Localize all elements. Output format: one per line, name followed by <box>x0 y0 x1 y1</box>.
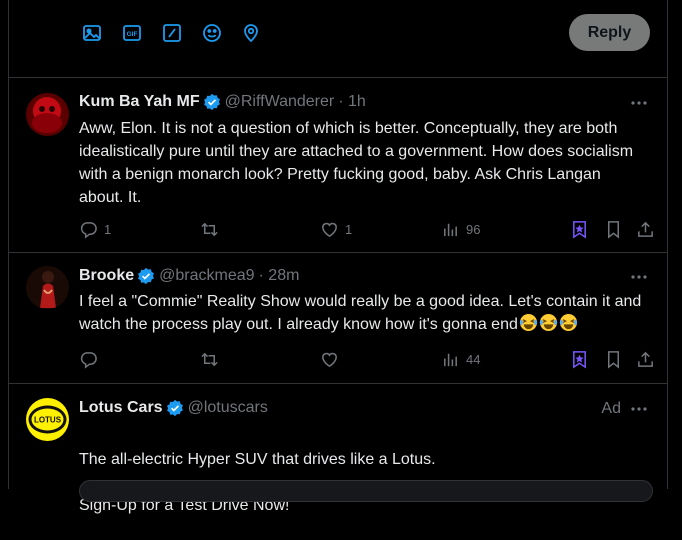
bookmark-icon <box>607 350 620 369</box>
bookmark-action[interactable] <box>604 348 623 370</box>
image-icon[interactable] <box>81 22 103 44</box>
verified-badge-icon <box>166 399 183 417</box>
avatar[interactable] <box>26 93 69 136</box>
ad-label: Ad <box>601 400 621 417</box>
gif-icon[interactable]: GIF <box>121 22 143 44</box>
views-count: 44 <box>466 351 481 367</box>
reply-feed: GIF Reply Kum Ba Yah MF @RiffWanderer · … <box>8 0 668 514</box>
display-name[interactable]: Brooke <box>79 267 134 285</box>
bookmark-action[interactable] <box>604 218 623 240</box>
display-name[interactable]: Lotus Cars <box>79 399 163 417</box>
grok-bookmark-action[interactable] <box>570 218 589 240</box>
reply-count: 1 <box>104 221 112 237</box>
bookmark-icon <box>607 220 620 239</box>
tweet-text: I feel a "Commie" Reality Show would rea… <box>79 290 649 336</box>
heart-icon <box>322 352 337 367</box>
reply-composer: GIF Reply <box>9 0 667 78</box>
views-count: 96 <box>466 221 481 237</box>
share-action[interactable] <box>636 218 655 240</box>
user-handle[interactable]: @brackmea9 <box>159 267 254 285</box>
reply-icon <box>80 351 97 369</box>
bookmark-star-icon <box>573 350 586 369</box>
retweet-icon <box>201 352 218 366</box>
retweet-action[interactable] <box>200 218 225 240</box>
views-icon <box>444 223 457 236</box>
reply-icon <box>80 221 97 239</box>
share-icon <box>638 351 653 367</box>
ad-text-line-1: The all-electric Hyper SUV that drives l… <box>79 451 436 468</box>
more-options-icon[interactable] <box>629 93 649 113</box>
laughing-tears-emoji-icon <box>519 313 538 332</box>
views-icon <box>444 353 457 366</box>
user-handle[interactable]: @lotuscars <box>188 399 268 417</box>
views-action[interactable]: 96 <box>441 218 480 240</box>
lotus-logo-text: LOTUS <box>34 416 62 425</box>
tweet-actions: 1 1 96 <box>79 218 653 240</box>
promoted-tweet-lotuscars[interactable]: LOTUS Lotus Cars @lotuscars Ad The all-e… <box>9 384 667 514</box>
like-action[interactable] <box>320 348 345 370</box>
emoji-icon[interactable] <box>201 22 223 44</box>
gif-label: GIF <box>127 31 138 38</box>
verified-badge-icon <box>138 267 155 285</box>
display-name[interactable]: Kum Ba Yah MF <box>79 93 200 111</box>
tweet-text: Aww, Elon. It is not a question of which… <box>79 120 634 206</box>
user-handle[interactable]: @RiffWanderer <box>225 93 335 111</box>
laughing-tears-emoji-icon <box>539 313 558 332</box>
retweet-action[interactable] <box>200 348 225 370</box>
views-action[interactable]: 44 <box>441 348 480 370</box>
more-options-icon[interactable] <box>629 267 649 287</box>
location-icon[interactable] <box>240 22 262 44</box>
laughing-tears-emoji-icon <box>559 313 578 332</box>
avatar[interactable]: LOTUS <box>26 398 69 441</box>
more-options-icon[interactable] <box>629 399 649 419</box>
tweet-actions: 44 <box>79 348 653 370</box>
bookmark-star-icon <box>573 220 586 239</box>
tweet-brackmea9[interactable]: Brooke @brackmea9 · 28m I feel a "Commie… <box>9 253 667 384</box>
like-count: 1 <box>345 221 353 237</box>
share-icon <box>638 221 653 237</box>
like-action[interactable]: 1 <box>320 218 352 240</box>
grok-bookmark-action[interactable] <box>570 348 589 370</box>
reply-action[interactable] <box>79 348 104 370</box>
list-icon[interactable] <box>161 22 183 44</box>
verified-badge-icon <box>203 93 220 111</box>
share-action[interactable] <box>636 348 655 370</box>
avatar[interactable] <box>26 266 69 309</box>
reply-button[interactable]: Reply <box>569 14 650 51</box>
timestamp[interactable]: · 1h <box>338 93 366 111</box>
timestamp[interactable]: · 28m <box>259 267 300 285</box>
ad-media-card[interactable] <box>79 480 653 502</box>
retweet-icon <box>201 222 218 236</box>
reply-action[interactable]: 1 <box>79 218 111 240</box>
heart-icon <box>322 222 337 237</box>
tweet-riffwanderer[interactable]: Kum Ba Yah MF @RiffWanderer · 1h Aww, El… <box>9 78 667 253</box>
